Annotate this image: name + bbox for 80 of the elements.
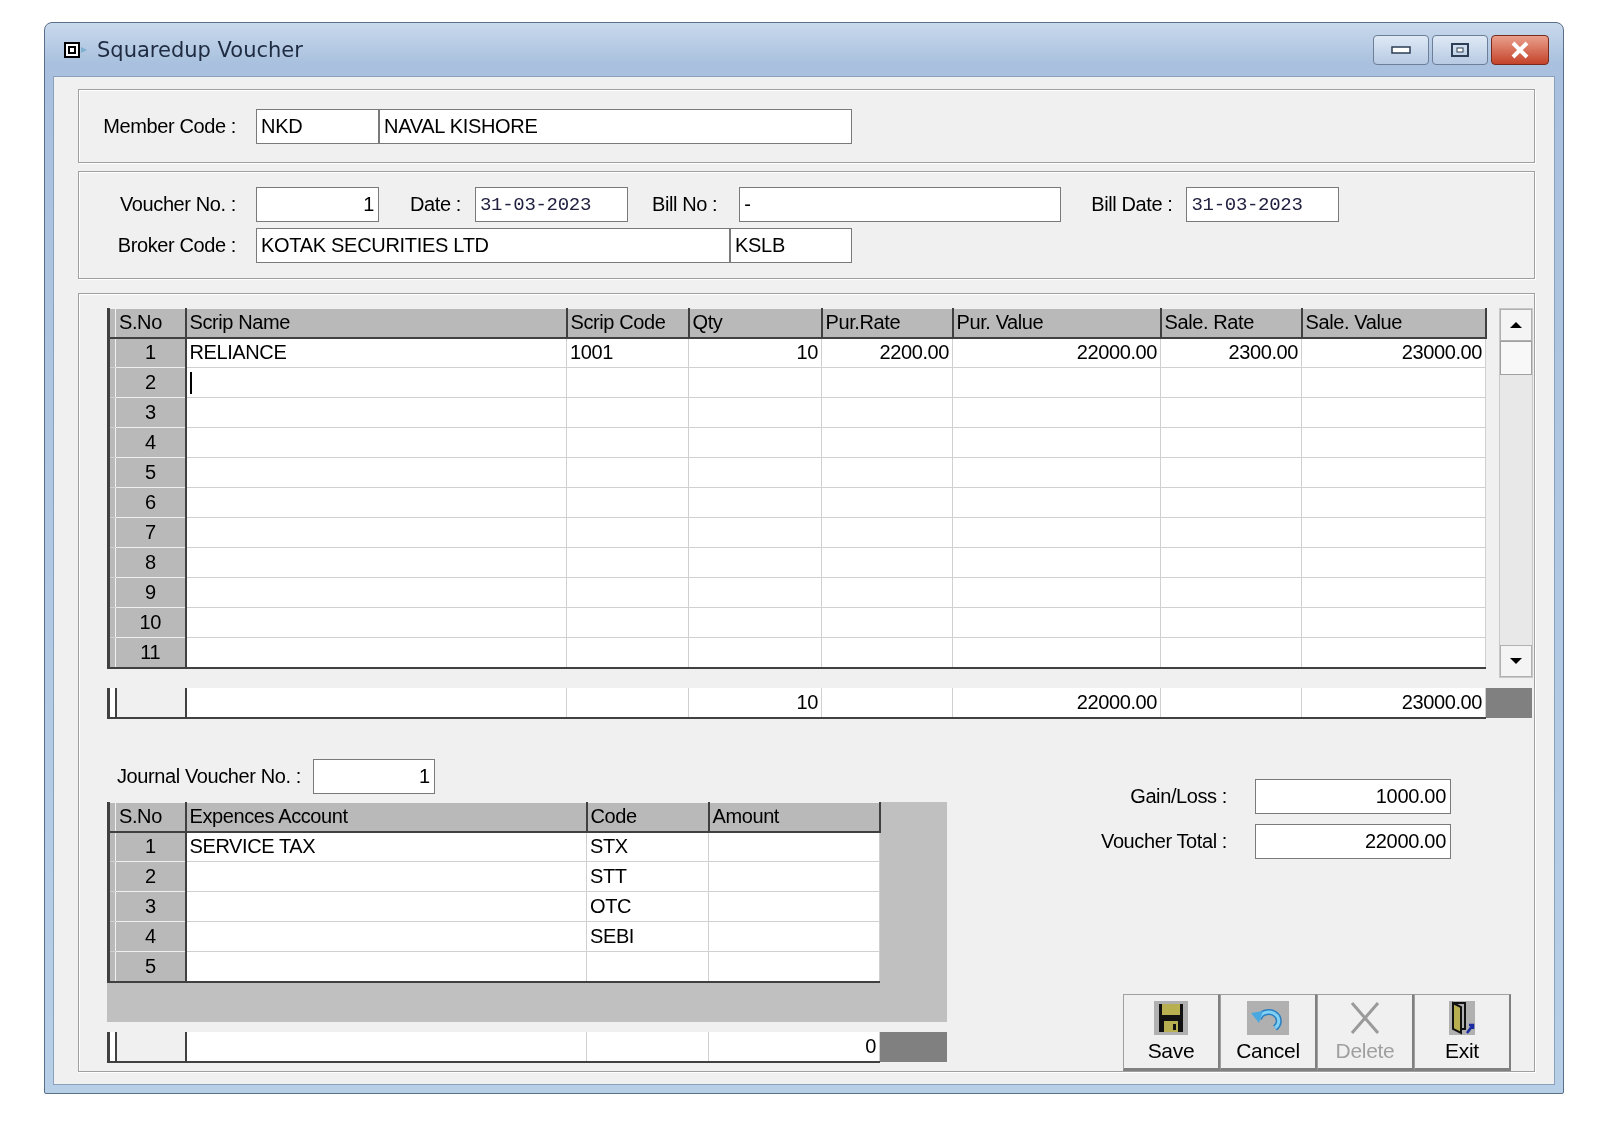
total-cell: 0 [708,1032,880,1062]
field-label: Broker Code : [116,234,236,257]
row-header[interactable]: 3 [115,397,186,428]
row-header[interactable]: 1 [115,337,186,368]
minimize-icon [1391,45,1411,54]
column-header[interactable]: Amount [708,802,880,832]
scroll-down-button[interactable] [1499,645,1532,677]
column-header[interactable]: Qty [688,308,822,338]
down-arrow-icon [1509,657,1522,665]
column-header[interactable]: S.No [115,802,186,832]
input-field[interactable]: KOTAK SECURITIES LTD [256,228,730,263]
table-cell: 2300.00 [1160,337,1302,368]
date-field[interactable]: 31-03-2023 [474,187,628,222]
row-header[interactable]: 10 [115,607,186,638]
column-header[interactable]: Expences Account [185,802,587,832]
save-button[interactable]: Save [1123,994,1220,1071]
field-label: Gain/Loss : [1130,785,1227,808]
table-cell: 2200.00 [821,337,953,368]
column-header[interactable]: S.No [115,308,186,338]
input-field[interactable]: NKD [256,108,379,144]
column-header[interactable]: Sale. Value [1301,308,1486,338]
input-field[interactable]: KSLB [730,228,852,263]
row-header[interactable]: 5 [115,457,186,488]
scroll-thumb[interactable] [1499,341,1532,375]
close-button[interactable] [1491,34,1549,65]
table-cell: STT [586,861,709,892]
row-header[interactable]: 7 [115,517,186,548]
row-header[interactable]: 2 [115,861,186,892]
table-cell: 22000.00 [952,337,1161,368]
column-header[interactable]: Sale. Rate [1160,308,1302,338]
window-title: Squaredup Voucher [97,37,304,62]
field-label: Date : [410,193,461,216]
total-cell: 22000.00 [952,688,1161,718]
maximize-icon [1450,41,1470,58]
close-icon [1509,40,1531,59]
total-cell: 23000.00 [1301,688,1486,718]
table-cell: 23000.00 [1301,337,1486,368]
row-header[interactable]: 4 [115,921,186,952]
exit-button[interactable]: Exit [1414,994,1511,1071]
row-header[interactable]: 3 [115,891,186,922]
input-field[interactable]: 1 [256,187,379,222]
field-label: Bill Date : [1091,193,1173,216]
input-field[interactable]: 1000.00 [1255,779,1451,814]
table-cell: STX [586,831,709,862]
field-label: Member Code : [102,114,236,138]
up-arrow-icon [1509,321,1522,329]
table-cell: RELIANCE [185,337,567,368]
minimize-button[interactable] [1373,34,1429,65]
row-header[interactable]: 2 [115,367,186,398]
column-header[interactable]: Scrip Code [566,308,689,338]
total-cell: 10 [688,688,822,718]
date-field[interactable]: 31-03-2023 [1186,187,1340,222]
field-label: Voucher Total : [1101,830,1227,853]
table-cell: 1001 [566,337,689,368]
row-header[interactable]: 8 [115,547,186,578]
row-header[interactable]: 4 [115,427,186,458]
column-header[interactable]: Scrip Name [185,308,567,338]
row-header[interactable]: 5 [115,951,186,982]
table-cell: OTC [586,891,709,922]
column-header[interactable]: Code [586,802,709,832]
row-header[interactable]: 1 [115,831,186,862]
column-header[interactable]: Pur. Value [952,308,1161,338]
scrollbar[interactable] [1498,308,1533,678]
field-label: Journal Voucher No. : [117,765,301,788]
input-field[interactable]: 1 [312,759,435,794]
field-label: Bill No : [651,193,718,216]
scroll-up-button[interactable] [1499,309,1532,341]
row-header[interactable]: 6 [115,487,186,518]
cancel-button[interactable]: Cancel [1220,994,1317,1071]
input-field[interactable]: 22000.00 [1255,824,1451,859]
input-field[interactable]: NAVAL KISHORE [379,108,852,144]
input-field[interactable]: - [739,187,1062,222]
maximize-button[interactable] [1432,34,1488,65]
table-cell: SERVICE TAX [185,831,587,862]
table-cell: 10 [688,337,822,368]
field-label: Voucher No. : [119,193,236,216]
column-header[interactable]: Pur.Rate [821,308,953,338]
table-cell: SEBI [586,921,709,952]
row-header[interactable]: 11 [115,637,186,668]
row-header[interactable]: 9 [115,577,186,608]
